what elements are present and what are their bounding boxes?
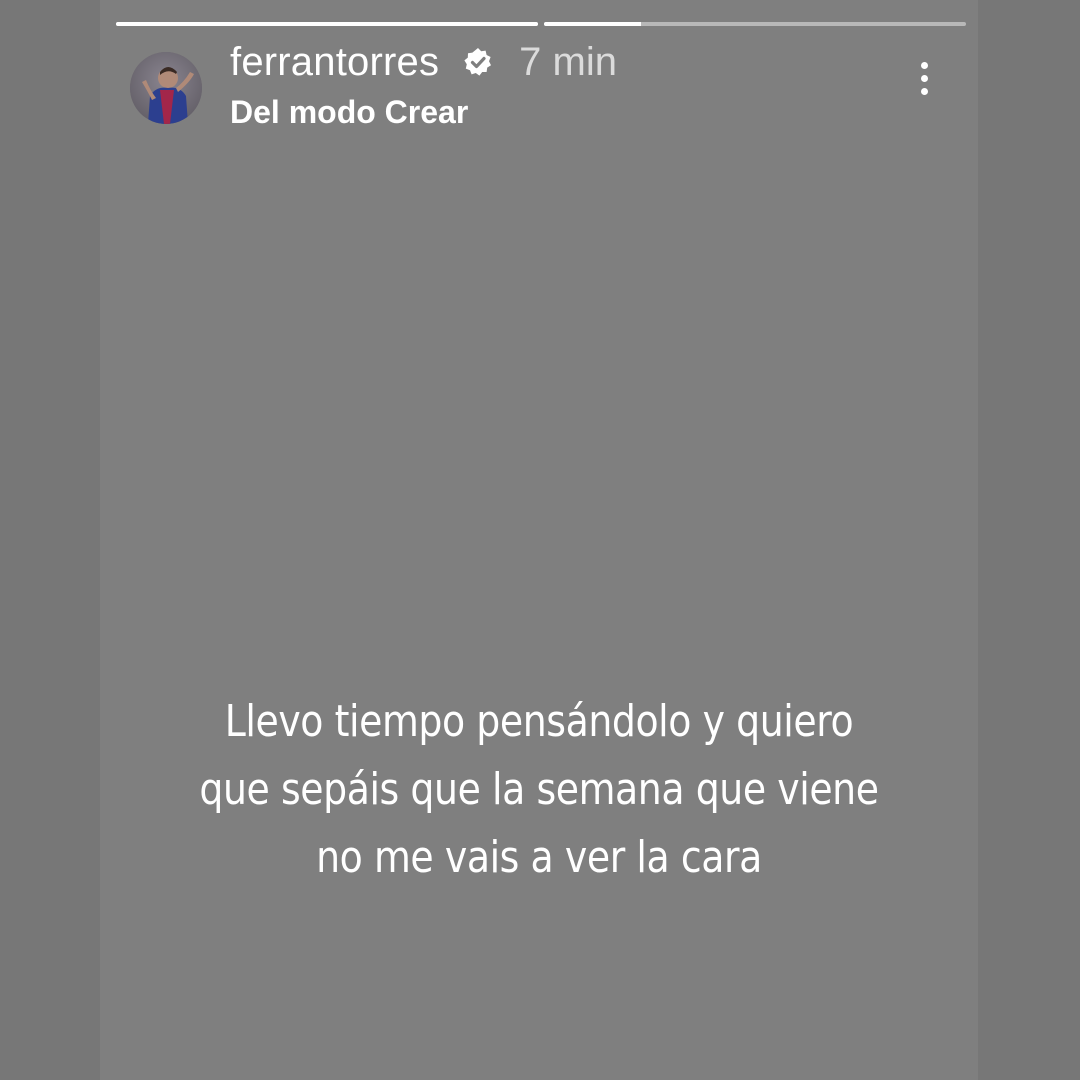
progress-segment-1: [116, 22, 538, 26]
avatar-image: [130, 52, 202, 124]
story-header: ferrantorres 7 min Del modo Crear: [128, 40, 950, 136]
progress-fill-1: [116, 22, 538, 26]
more-dot: [920, 75, 928, 82]
username-row: ferrantorres 7 min: [230, 39, 617, 85]
story-caption: Llevo tiempo pensándolo y quiero que sep…: [161, 688, 916, 892]
verified-badge-icon: [463, 47, 493, 77]
more-dot: [920, 62, 928, 69]
more-dot: [920, 88, 928, 95]
app-frame: ferrantorres 7 min Del modo Crear Llevo …: [0, 0, 1080, 1080]
avatar[interactable]: [130, 52, 202, 124]
caption-line-3: no me vais a ver la cara: [316, 832, 762, 883]
story-source-label[interactable]: Del modo Crear: [230, 94, 468, 131]
progress-segment-2: [544, 22, 966, 26]
post-time: 7 min: [519, 39, 617, 84]
more-options-icon[interactable]: [916, 62, 932, 102]
username[interactable]: ferrantorres: [230, 40, 439, 85]
caption-line-2: que sepáis que la semana que viene: [199, 764, 879, 815]
story-viewer[interactable]: ferrantorres 7 min Del modo Crear Llevo …: [100, 0, 978, 1080]
progress-fill-2: [544, 22, 642, 26]
caption-line-1: Llevo tiempo pensándolo y quiero: [224, 696, 854, 747]
story-progress: [116, 22, 966, 27]
